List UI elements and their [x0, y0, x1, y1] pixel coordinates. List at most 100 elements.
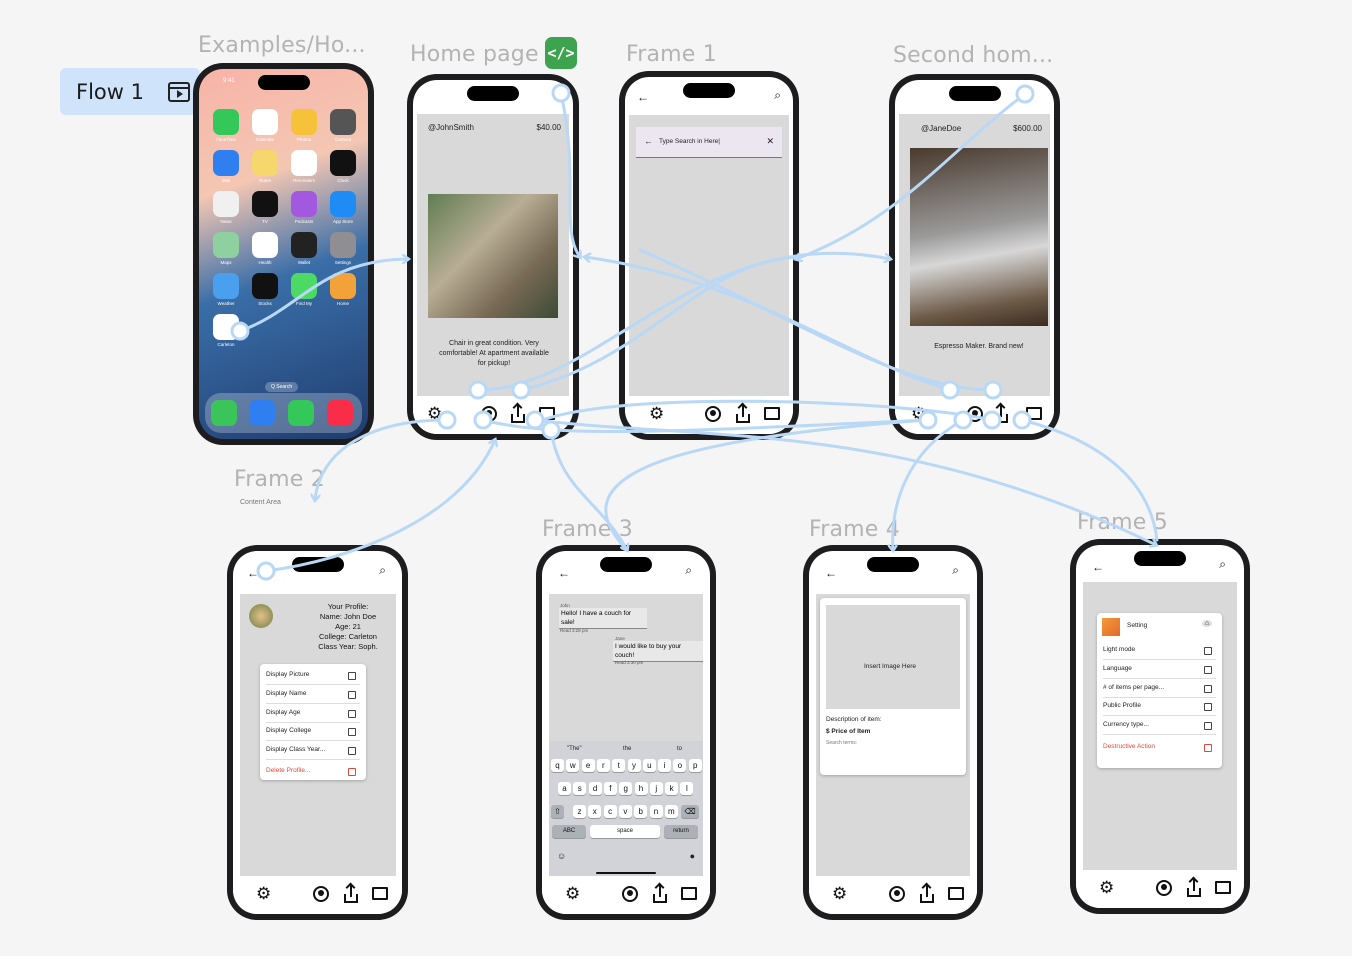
menu-item[interactable]: Display College [266, 722, 360, 741]
chat-icon[interactable] [764, 407, 780, 420]
photos-app-icon[interactable] [291, 109, 317, 135]
carleton-app-icon[interactable] [213, 314, 239, 340]
description-field[interactable]: Description of item: [826, 716, 882, 723]
podcasts-app-icon[interactable] [291, 191, 317, 217]
health-app-icon[interactable] [252, 232, 278, 258]
backspace-key-icon[interactable]: ⌫ [681, 805, 699, 818]
item-photo-espresso[interactable] [910, 148, 1048, 326]
reminders-app-icon[interactable] [291, 150, 317, 176]
frame-label-home[interactable]: Home page [410, 42, 539, 67]
ios-home-phone[interactable]: 9:41 FaceTime Calendar Photos Camera Mail Not… [193, 63, 374, 445]
settings-item[interactable]: Currency type... [1103, 716, 1216, 735]
key-t[interactable]: t [612, 759, 626, 772]
emoji-icon[interactable]: ☺ [557, 851, 566, 861]
second-home-phone[interactable]: @JaneDoe $600.00 Espresso Maker. Brand n… [889, 74, 1060, 440]
key-q[interactable]: q [551, 759, 564, 772]
settings-item[interactable]: # of items per page... [1103, 679, 1216, 698]
shift-key-icon[interactable]: ⇧ [551, 805, 564, 818]
camera-app-icon[interactable] [330, 109, 356, 135]
key-s[interactable]: s [573, 782, 587, 795]
profile-icon[interactable] [889, 886, 905, 902]
settings-icon[interactable]: ⚙ [1099, 879, 1114, 896]
search-input[interactable]: Type Search in Here| [659, 138, 720, 145]
abc-key[interactable]: ABC [552, 825, 586, 838]
key-u[interactable]: u [642, 759, 656, 772]
wallet-app-icon[interactable] [291, 232, 317, 258]
suggestion[interactable]: to [677, 746, 682, 752]
search-terms-field[interactable]: Search terms: [826, 740, 857, 746]
home-page-phone[interactable]: @JohnSmith $40.00 Chair in great conditi… [407, 74, 579, 440]
upload-icon[interactable] [736, 405, 750, 423]
profile-icon[interactable] [622, 886, 638, 902]
settings-app-icon[interactable] [330, 232, 356, 258]
frame-label-frame5[interactable]: Frame 5 [1077, 510, 1168, 535]
settings-icon[interactable]: ⚙ [256, 885, 271, 902]
frame1-search-phone[interactable]: ← ⌕ ← Type Search in Here| ✕ ⚙ [619, 71, 799, 440]
code-icon[interactable]: </> [545, 37, 577, 69]
upload-icon[interactable] [511, 405, 525, 423]
back-arrow-icon[interactable]: ← [1092, 559, 1104, 576]
music-app-icon[interactable] [327, 400, 353, 426]
key-n[interactable]: n [649, 805, 663, 818]
chat-icon[interactable] [681, 887, 697, 900]
profile-icon[interactable] [1156, 880, 1172, 896]
key-v[interactable]: v [618, 805, 632, 818]
return-key[interactable]: return [664, 825, 698, 838]
upload-icon[interactable] [994, 405, 1008, 423]
key-w[interactable]: w [566, 759, 580, 772]
key-j[interactable]: j [649, 782, 663, 795]
chat-icon[interactable] [948, 887, 964, 900]
chat-icon[interactable] [1215, 881, 1231, 894]
key-i[interactable]: i [658, 759, 672, 772]
frame3-chat-phone[interactable]: ← ⌕ John Hello! I have a couch for sale!… [536, 545, 716, 920]
key-h[interactable]: h [634, 782, 648, 795]
chat-icon[interactable] [539, 407, 555, 420]
menu-item[interactable]: Display Age [266, 704, 360, 723]
home-app-icon[interactable] [330, 273, 356, 299]
frame2-profile-phone[interactable]: ← ⌕ Your Profile: Name: John Doe Age: 21… [227, 545, 408, 920]
key-z[interactable]: z [573, 805, 586, 818]
frame-label-frame4[interactable]: Frame 4 [809, 517, 900, 542]
back-arrow-icon[interactable]: ← [825, 565, 837, 582]
key-d[interactable]: d [588, 782, 602, 795]
clock-app-icon[interactable] [330, 150, 356, 176]
upload-icon[interactable] [920, 885, 934, 903]
settings-icon[interactable]: ⚙ [832, 885, 847, 902]
suggestion[interactable]: "The" [567, 746, 582, 752]
frame5-settings-phone[interactable]: ← ⌕ Setting ⌂ Light mode Language # of i… [1070, 539, 1250, 914]
settings-icon[interactable]: ⚙ [911, 405, 926, 422]
menu-item[interactable]: Display Class Year... [266, 741, 360, 760]
key-y[interactable]: y [627, 759, 641, 772]
key-g[interactable]: g [619, 782, 633, 795]
back-arrow-icon[interactable]: ← [644, 136, 653, 146]
settings-item[interactable]: Public Profile [1103, 697, 1216, 716]
image-placeholder[interactable]: Insert Image Here [826, 605, 960, 709]
spotlight-search[interactable]: Q Search [265, 382, 299, 392]
flow-start-button[interactable]: Flow 1 [60, 68, 200, 115]
key-p[interactable]: p [688, 759, 702, 772]
search-icon[interactable]: ⌕ [379, 562, 386, 579]
keyboard[interactable]: "The" the to q w e r t y u i o p a s d f g h j k l z x c v b n m ⇧… [549, 741, 703, 876]
chat-icon[interactable] [372, 887, 388, 900]
key-x[interactable]: x [588, 805, 602, 818]
key-m[interactable]: m [664, 805, 678, 818]
destructive-action-item[interactable]: Destructive Action [1103, 738, 1216, 756]
message-bubble[interactable]: Hello! I have a couch for sale! [559, 608, 647, 629]
upload-icon[interactable] [344, 885, 358, 903]
search-icon[interactable]: ⌕ [685, 562, 692, 579]
profile-icon[interactable] [481, 406, 497, 422]
facetime-app-icon[interactable] [213, 109, 239, 135]
key-k[interactable]: k [665, 782, 679, 795]
news-app-icon[interactable] [213, 191, 239, 217]
key-b[interactable]: b [634, 805, 648, 818]
key-e[interactable]: e [581, 759, 595, 772]
back-arrow-icon[interactable]: ← [247, 565, 259, 582]
app-store-app-icon[interactable] [330, 191, 356, 217]
stocks-app-icon[interactable] [252, 273, 278, 299]
back-arrow-icon[interactable]: ← [637, 89, 649, 106]
frame-label-examples[interactable]: Examples/Ho... [198, 33, 366, 58]
delete-profile-item[interactable]: Delete Profile... [266, 762, 360, 780]
key-a[interactable]: a [558, 782, 571, 795]
profile-icon[interactable] [967, 406, 983, 422]
clear-icon[interactable]: ✕ [766, 136, 774, 147]
